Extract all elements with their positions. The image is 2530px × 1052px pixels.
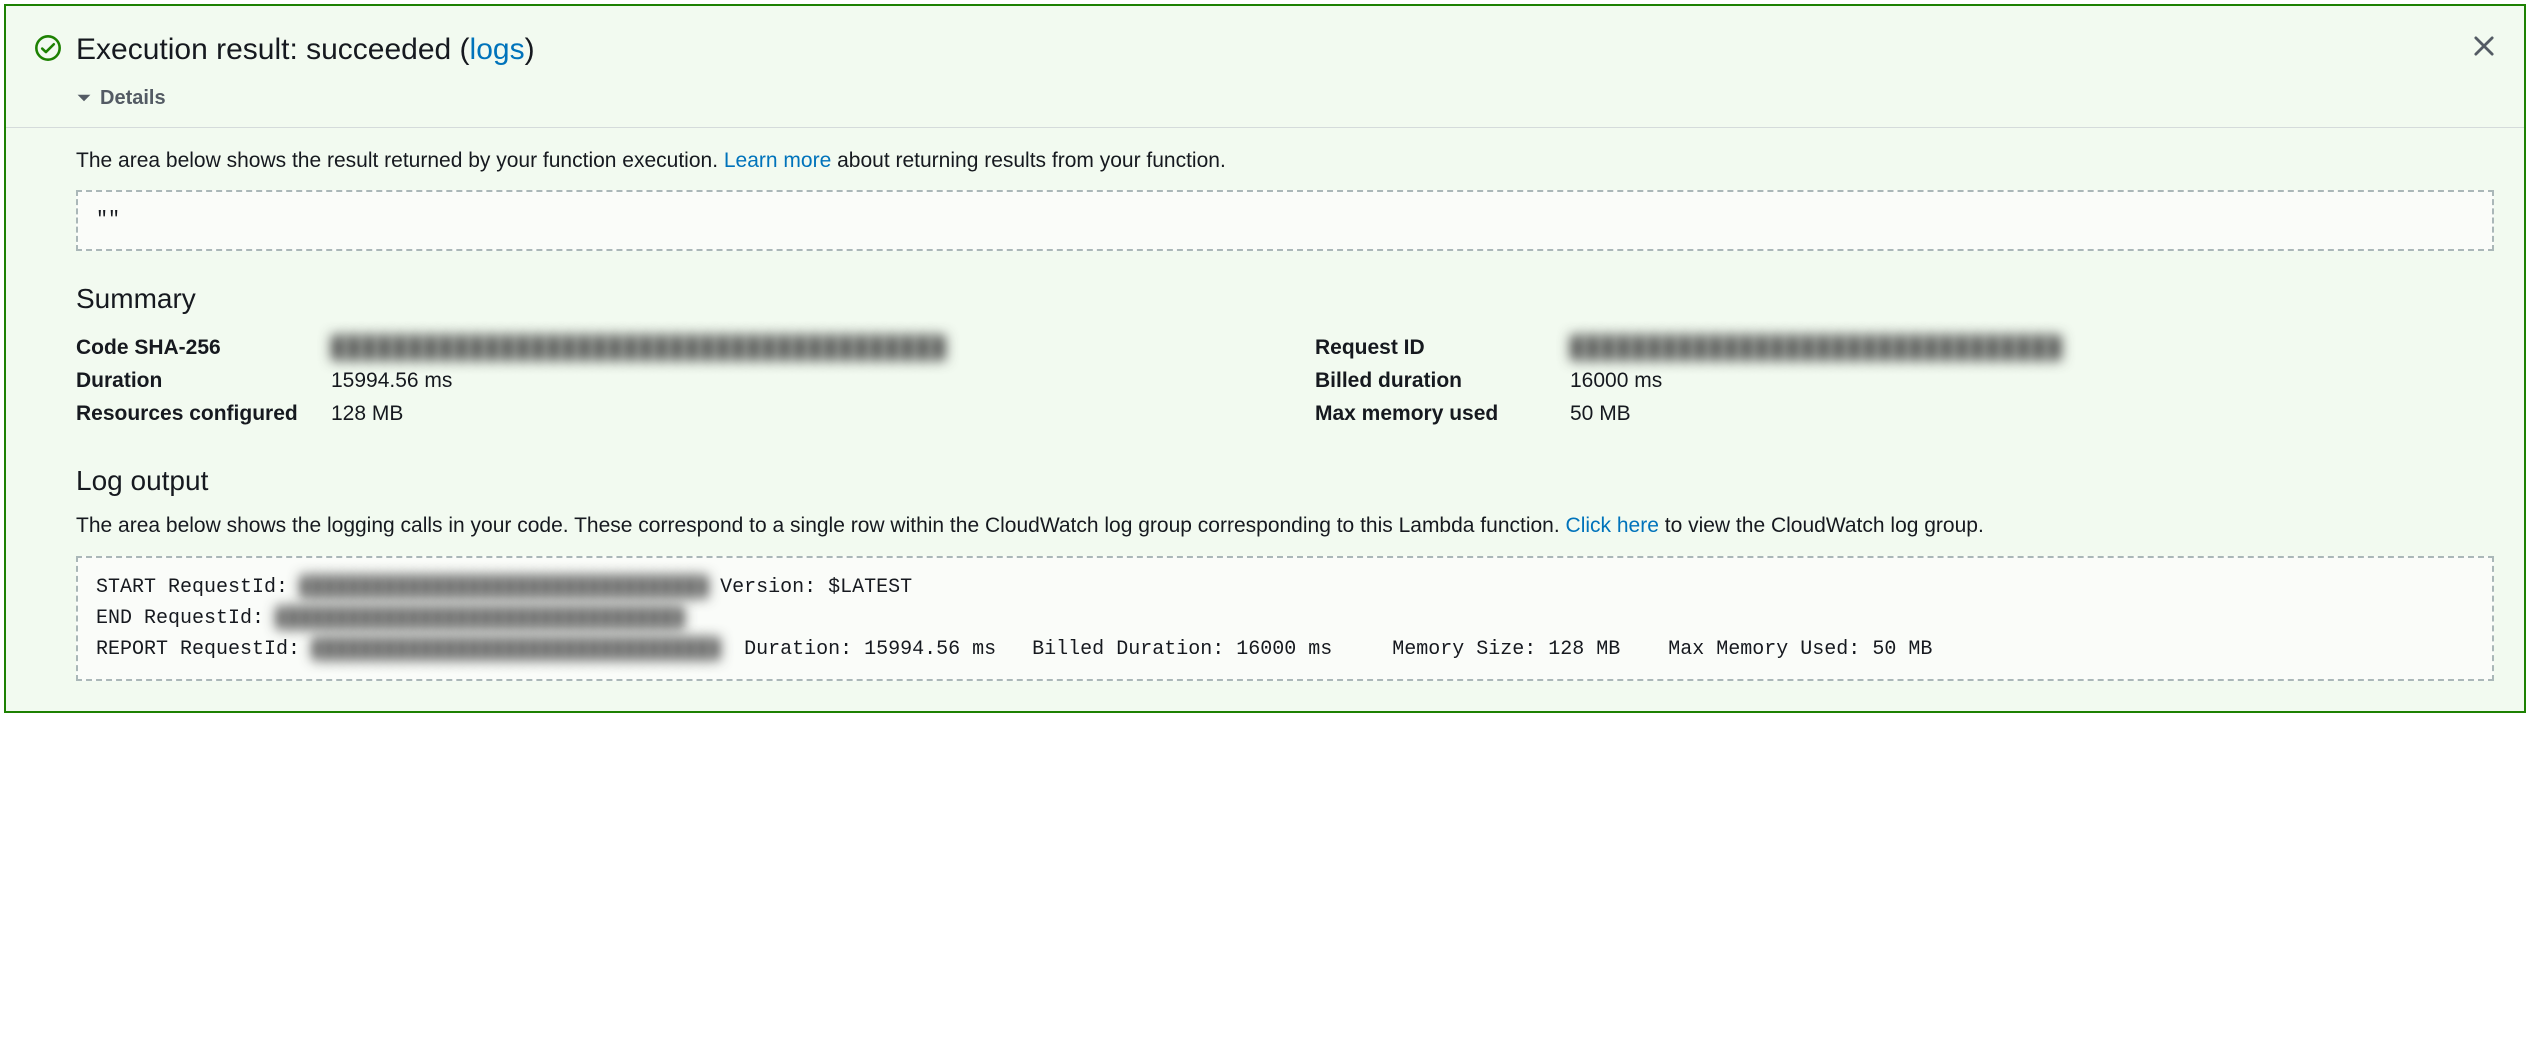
summary-key: Request ID [1315, 333, 1560, 363]
learn-more-link[interactable]: Learn more [724, 149, 831, 172]
log-line: START RequestId: [96, 576, 300, 599]
summary-value-blurred: ████████████████████████████████ [1570, 333, 2062, 363]
summary-value: 128 MB [331, 399, 403, 429]
log-desc-prefix: The area below shows the logging calls i… [76, 514, 1566, 537]
log-output-title: Log output [76, 461, 2494, 502]
log-output-box: START RequestId: ███████████████████████… [76, 556, 2494, 681]
summary-value: 15994.56 ms [331, 366, 452, 396]
click-here-link[interactable]: Click here [1566, 514, 1659, 537]
summary-key: Max memory used [1315, 399, 1560, 429]
summary-row-maxmem: Max memory used 50 MB [1315, 399, 2494, 429]
summary-key: Duration [76, 366, 321, 396]
log-blur: ██████████████████████████████████ [276, 607, 684, 630]
summary-value: 16000 ms [1570, 366, 1662, 396]
summary-title: Summary [76, 279, 2494, 320]
execution-result-panel: Execution result: succeeded (logs) Detai… [4, 4, 2526, 713]
log-line: Version: $LATEST [708, 576, 912, 599]
summary-row-sha: Code SHA-256 ███████████████████████████… [76, 333, 1255, 363]
details-label: Details [100, 84, 166, 113]
log-line: Duration: 15994.56 ms Billed Duration: 1… [720, 638, 1932, 661]
summary-key: Code SHA-256 [76, 333, 321, 363]
summary-row-resources: Resources configured 128 MB [76, 399, 1255, 429]
logs-link[interactable]: logs [470, 33, 525, 66]
log-line: END RequestId: [96, 607, 276, 630]
caret-down-icon [76, 90, 92, 106]
summary-key: Resources configured [76, 399, 321, 429]
summary-right-col: Request ID █████████████████████████████… [1315, 330, 2494, 433]
result-desc-suffix: about returning results from your functi… [831, 149, 1226, 172]
title-prefix: Execution result: succeeded ( [76, 33, 470, 66]
summary-row-billed: Billed duration 16000 ms [1315, 366, 2494, 396]
log-desc-suffix: to view the CloudWatch log group. [1659, 514, 1984, 537]
close-icon[interactable] [2470, 32, 2498, 60]
summary-row-duration: Duration 15994.56 ms [76, 366, 1255, 396]
result-value: "" [96, 209, 120, 232]
log-line: REPORT RequestId: [96, 638, 312, 661]
details-toggle[interactable]: Details [76, 78, 2494, 127]
divider [6, 127, 2524, 128]
success-check-icon [34, 34, 62, 62]
result-description: The area below shows the result returned… [76, 146, 2494, 176]
log-blur: ██████████████████████████████████ [300, 576, 708, 599]
summary-key: Billed duration [1315, 366, 1560, 396]
summary-left-col: Code SHA-256 ███████████████████████████… [76, 330, 1255, 433]
result-desc-prefix: The area below shows the result returned… [76, 149, 724, 172]
result-output-box: "" [76, 190, 2494, 251]
log-blur: ██████████████████████████████████ [312, 638, 720, 661]
summary-row-requestid: Request ID █████████████████████████████… [1315, 333, 2494, 363]
summary-value: 50 MB [1570, 399, 1631, 429]
execution-result-title: Execution result: succeeded (logs) [76, 28, 2494, 72]
summary-value-blurred: ████████████████████████████████████████ [331, 333, 946, 363]
log-description: The area below shows the logging calls i… [76, 511, 2494, 541]
title-suffix: ) [525, 33, 535, 66]
summary-grid: Code SHA-256 ███████████████████████████… [76, 330, 2494, 433]
